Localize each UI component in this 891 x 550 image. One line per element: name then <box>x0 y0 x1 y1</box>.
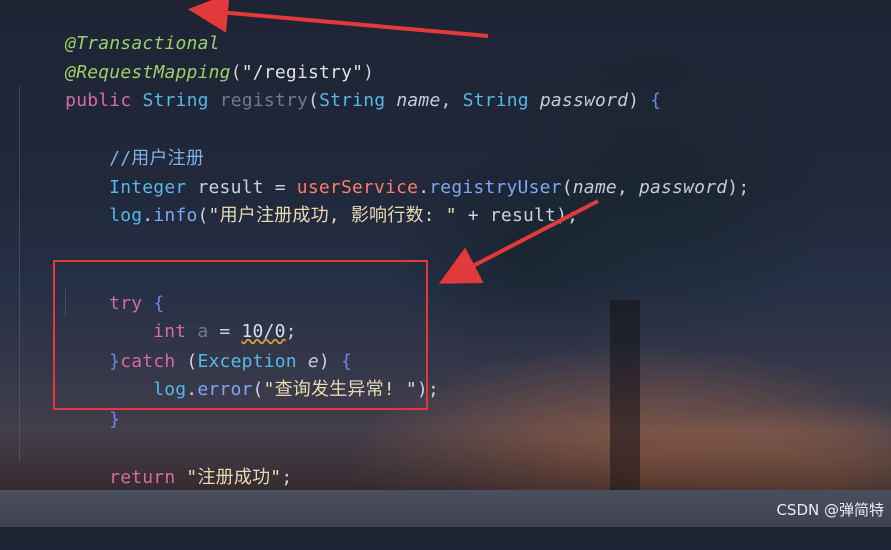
editor-status-bar <box>0 490 891 527</box>
watermark: CSDN @弹简特 <box>776 501 884 519</box>
arrow-to-try-catch <box>438 199 599 284</box>
arrow-to-transactional <box>188 0 489 38</box>
annotation-arrows <box>188 0 599 284</box>
